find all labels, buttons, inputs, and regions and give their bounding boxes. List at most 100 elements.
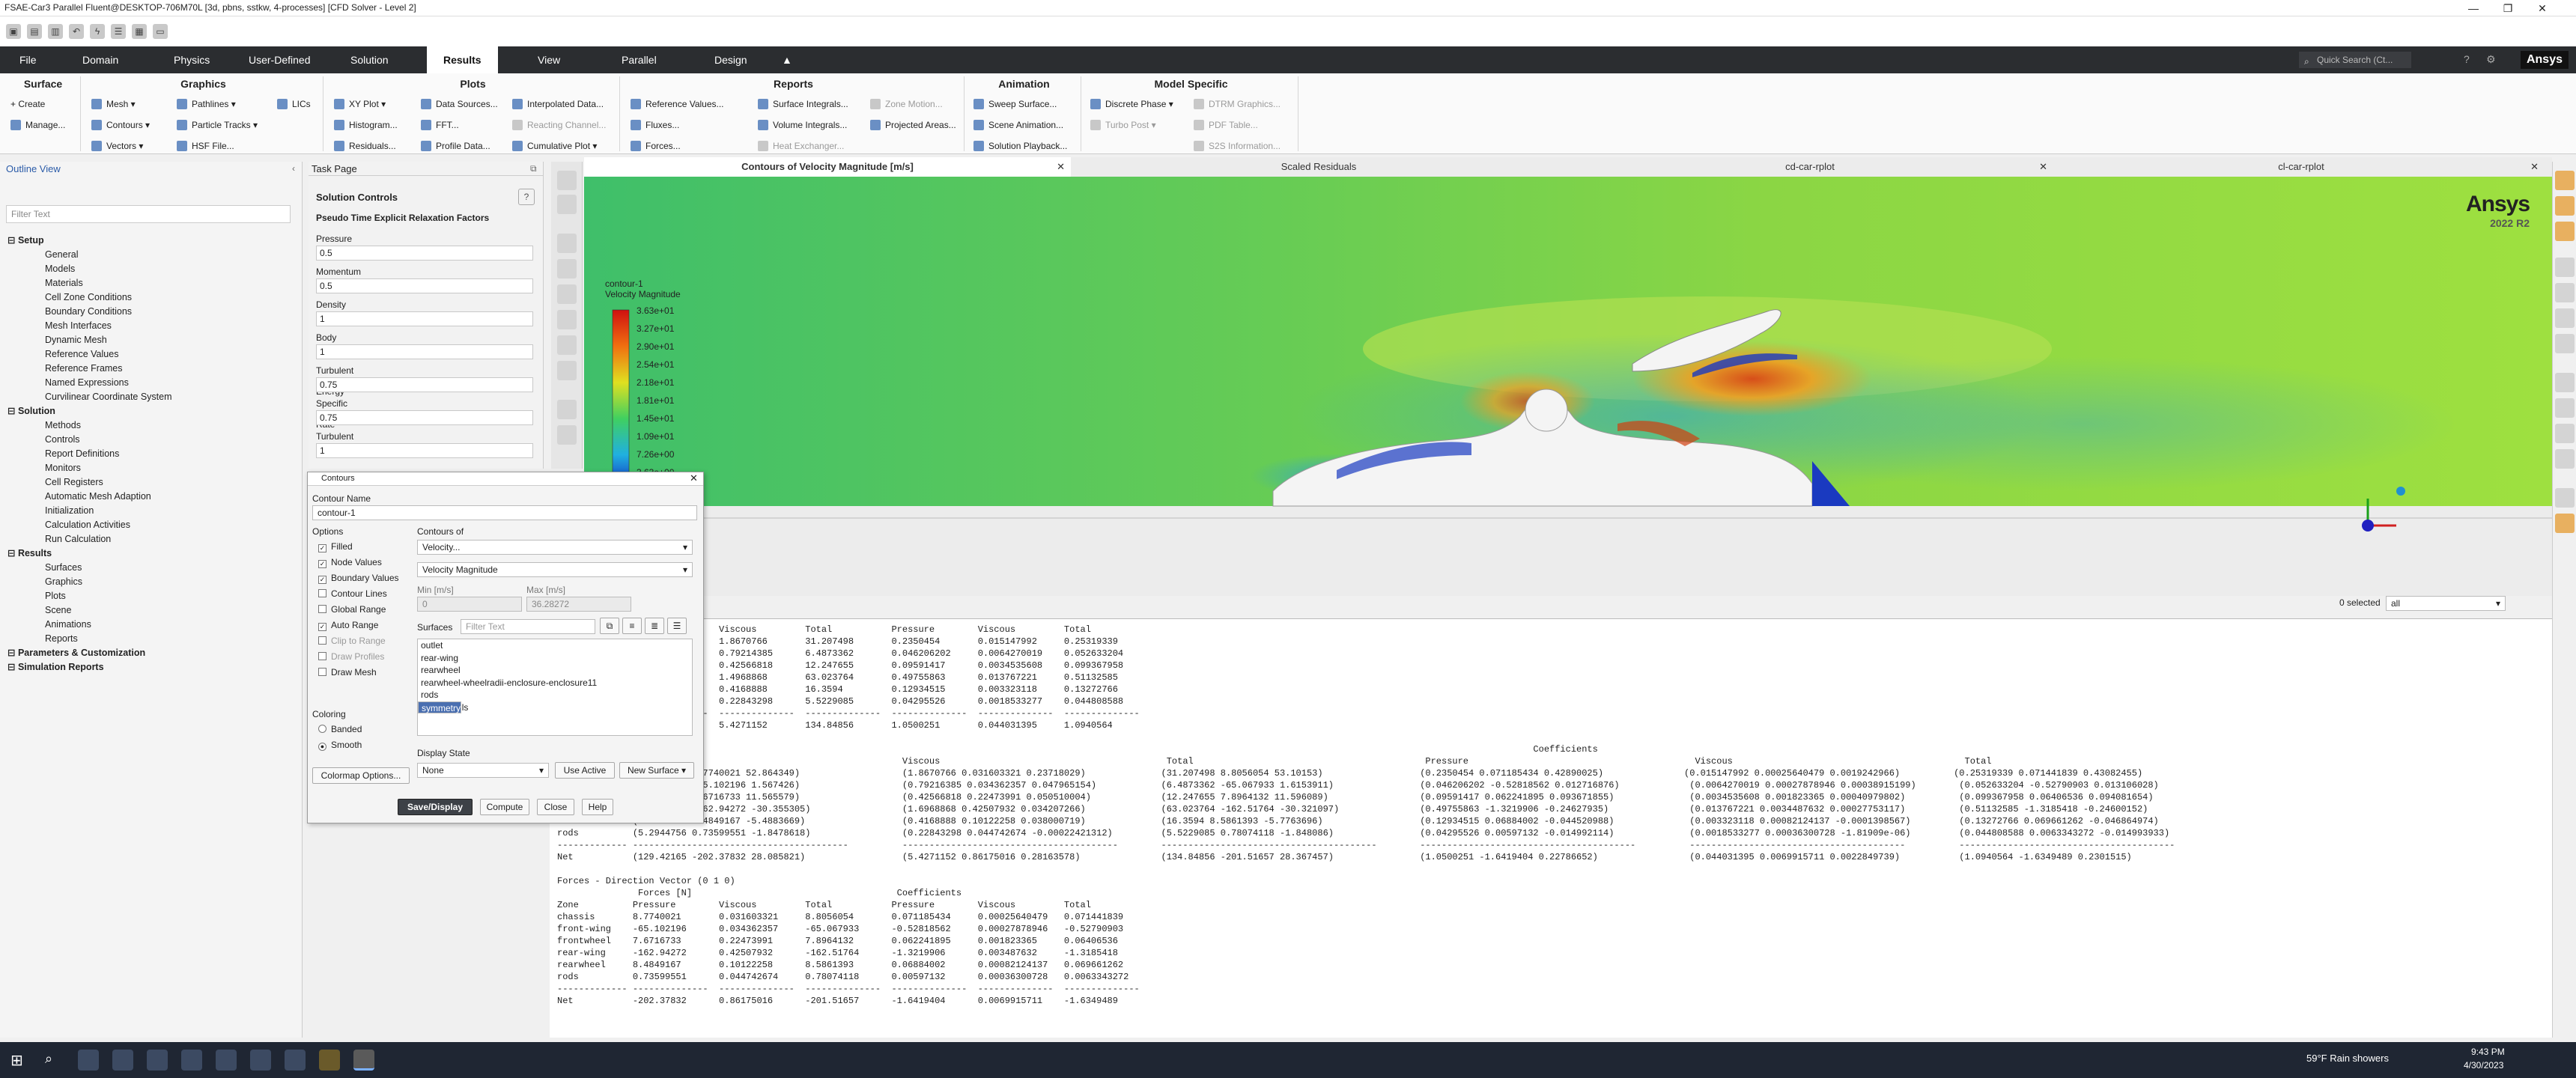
menu-domain[interactable]: Domain <box>82 46 118 73</box>
outline-filter-input[interactable]: Filter Text <box>6 205 291 223</box>
tree-item[interactable]: Boundary Conditions <box>6 305 298 319</box>
contours-button[interactable]: Contours ▾ <box>91 120 150 130</box>
tree-item[interactable]: Animations <box>6 618 298 632</box>
tree-item[interactable]: Reports <box>6 632 298 646</box>
menu-user-defined[interactable]: User-Defined <box>249 46 310 73</box>
option-checkbox[interactable]: Draw Profiles <box>318 651 384 662</box>
relaxation-factor-input[interactable]: 0.5 <box>316 278 533 293</box>
settings-icon[interactable]: ⚙ <box>2486 53 2496 66</box>
pdf-table-button[interactable]: PDF Table... <box>1194 120 1258 130</box>
workbench-icon[interactable] <box>319 1050 340 1071</box>
app-icon[interactable] <box>250 1050 271 1071</box>
fluent-icon[interactable] <box>353 1050 374 1071</box>
fluxes-button[interactable]: Fluxes... <box>631 120 679 130</box>
close-window-button[interactable]: ✕ <box>2525 0 2560 16</box>
coloring-radio[interactable]: ● Smooth <box>318 740 362 751</box>
help-icon[interactable]: ? <box>2464 53 2470 65</box>
expand-icon[interactable]: ⊟ <box>7 548 18 558</box>
volume-integrals-button[interactable]: Volume Integrals... <box>758 120 847 130</box>
tab-cl-car-rplot[interactable]: cl-car-rplot ✕ <box>2058 157 2545 177</box>
solution-playback-button[interactable]: Solution Playback... <box>973 141 1067 151</box>
rotate-icon[interactable] <box>557 259 577 278</box>
relaxation-factor-input[interactable]: 1 <box>316 311 533 326</box>
tree-item[interactable]: Automatic Mesh Adaption <box>6 490 298 504</box>
copy-icon[interactable] <box>2555 488 2575 508</box>
tree-item[interactable]: ⊟ Setup <box>6 234 298 248</box>
option-checkbox[interactable]: Global Range <box>318 604 386 615</box>
select-pointer-icon[interactable] <box>557 234 577 253</box>
lightning-icon[interactable]: ϟ <box>90 24 105 39</box>
tree-item[interactable]: Graphics <box>6 575 298 589</box>
tab-contours[interactable]: Contours of Velocity Magnitude [m/s] ✕ <box>584 157 1071 177</box>
menu-file[interactable]: File <box>19 46 37 73</box>
create-surface-button[interactable]: + Create <box>10 99 45 109</box>
minimize-button[interactable]: — <box>2456 0 2491 16</box>
task-page-undock-icon[interactable]: ⧉ <box>530 163 537 174</box>
option-checkbox[interactable]: Contour Lines <box>318 588 387 599</box>
interpolated-data-button[interactable]: Interpolated Data... <box>512 99 604 109</box>
view-icon[interactable] <box>2555 308 2575 328</box>
file-explorer-icon[interactable] <box>78 1050 99 1071</box>
select-all-icon[interactable]: ≡ <box>622 618 642 634</box>
mesh-button[interactable]: Mesh ▾ <box>91 99 136 109</box>
relaxation-factor-input[interactable]: 0.75 <box>316 410 533 425</box>
option-checkbox[interactable]: Draw Mesh <box>318 667 377 677</box>
projected-areas-button[interactable]: Projected Areas... <box>870 120 956 130</box>
xy-plot-button[interactable]: XY Plot ▾ <box>334 99 386 109</box>
tree-item[interactable]: Methods <box>6 418 298 433</box>
surfaces-filter-icon[interactable]: ⧉ <box>600 618 619 634</box>
close-tab-icon[interactable]: ✕ <box>1057 157 1065 177</box>
relaxation-factor-input[interactable]: 0.75 <box>316 377 533 392</box>
light-icon[interactable] <box>2555 283 2575 302</box>
tree-item[interactable]: Materials <box>6 276 298 290</box>
save-icon[interactable]: ▤ <box>27 24 42 39</box>
contours-of-select[interactable]: Velocity... ▾ <box>417 540 693 555</box>
edge-icon[interactable] <box>112 1050 133 1071</box>
console-window[interactable]: Zone Pressure Viscous Total Pressure Vis… <box>550 618 2552 1038</box>
tree-item[interactable]: Report Definitions <box>6 447 298 461</box>
zoom-to-fit-icon[interactable] <box>557 425 577 445</box>
hsf-file-button[interactable]: HSF File... <box>177 141 234 151</box>
tree-item[interactable]: Cell Registers <box>6 475 298 490</box>
group-surfaces-icon[interactable]: ☰ <box>667 618 687 634</box>
tree-item[interactable]: Dynamic Mesh <box>6 333 298 347</box>
flag-icon[interactable] <box>557 400 577 419</box>
camera-icon[interactable] <box>557 195 577 214</box>
zoom-icon[interactable] <box>557 310 577 329</box>
contours-of-sub-select[interactable]: Velocity Magnitude ▾ <box>417 562 693 577</box>
compute-button[interactable]: Compute <box>480 799 529 815</box>
zone-motion-button[interactable]: Zone Motion... <box>870 99 943 109</box>
option-checkbox[interactable]: ✓ Boundary Values <box>318 573 399 584</box>
close-tab-icon[interactable]: ✕ <box>2039 157 2047 177</box>
menu-solution[interactable]: Solution <box>350 46 389 73</box>
tree-item[interactable]: Reference Values <box>6 347 298 362</box>
quick-search-input[interactable]: Quick Search (Ct... <box>2299 52 2411 68</box>
tree-item[interactable]: Plots <box>6 589 298 603</box>
chrome-icon[interactable] <box>181 1050 202 1071</box>
fft-button[interactable]: FFT... <box>421 120 459 130</box>
particle-tracks-button[interactable]: Particle Tracks ▾ <box>177 120 258 130</box>
zoom-box-icon[interactable] <box>557 335 577 355</box>
heat-exchanger-button[interactable]: Heat Exchanger... <box>758 141 844 151</box>
undo-view-icon[interactable] <box>2555 334 2575 353</box>
histogram-button[interactable]: Histogram... <box>334 120 398 130</box>
min-input[interactable]: 0 <box>417 597 522 612</box>
tree-item[interactable]: General <box>6 248 298 262</box>
orient-icon[interactable] <box>2555 258 2575 277</box>
tree-item[interactable]: Reference Frames <box>6 362 298 376</box>
contour-name-input[interactable]: contour-1 <box>312 505 697 520</box>
journal-icon[interactable]: ☰ <box>111 24 126 39</box>
star-icon[interactable] <box>2555 514 2575 533</box>
highlight-icon[interactable] <box>2555 222 2575 241</box>
tree-item[interactable]: ⊟ Simulation Reports <box>6 660 298 674</box>
tree-item[interactable]: ⊟ Results <box>6 546 298 561</box>
maximize-button[interactable]: ❐ <box>2491 0 2525 16</box>
menu-physics[interactable]: Physics <box>174 46 210 73</box>
surface-list-item[interactable]: outlet <box>418 639 692 652</box>
tab-scaled-residuals[interactable]: Scaled Residuals <box>1075 157 1562 177</box>
expand-icon[interactable]: ⊟ <box>7 406 18 416</box>
max-input[interactable]: 36.28272 <box>526 597 631 612</box>
menu-view[interactable]: View <box>538 46 560 73</box>
tree-item[interactable]: Controls <box>6 433 298 447</box>
print-icon[interactable]: ▥ <box>48 24 63 39</box>
